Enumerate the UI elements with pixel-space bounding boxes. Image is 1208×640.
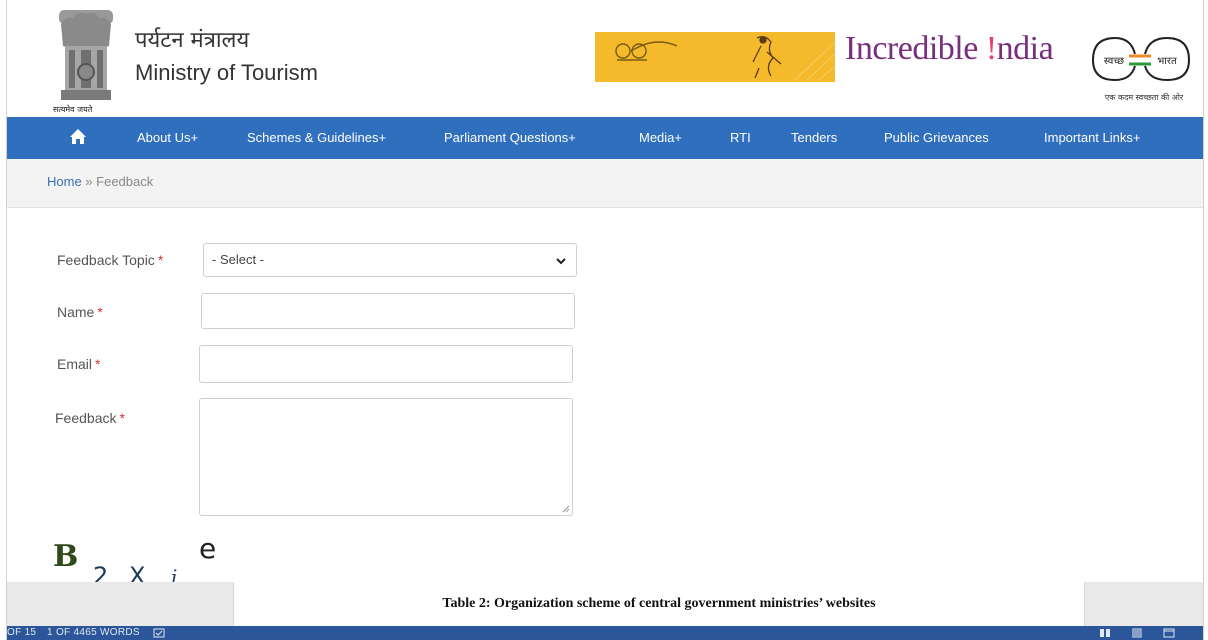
breadcrumb-separator: » <box>81 174 97 189</box>
incredible-dot-mark: ! <box>985 30 997 67</box>
tourism-banner-image[interactable] <box>595 32 835 82</box>
required-asterisk: * <box>95 356 101 372</box>
incredible-india-logo[interactable]: Incredible !ndia <box>845 30 1054 68</box>
name-label: Name * <box>57 304 103 320</box>
incredible-text: Incredible <box>845 30 986 67</box>
swachh-right-text: भारत <box>1157 56 1177 67</box>
email-label: Email * <box>57 356 100 372</box>
swachh-left-text: स्वच्छ <box>1104 56 1124 67</box>
feedback-topic-select[interactable]: - Select - <box>203 243 577 277</box>
resize-handle-icon[interactable] <box>562 505 570 513</box>
email-label-text: Email <box>57 356 93 372</box>
proofing-icon[interactable] <box>153 628 165 638</box>
document-page-area: Table 2: Organization scheme of central … <box>7 582 1203 626</box>
feedback-label: Feedback * <box>55 410 125 426</box>
required-asterisk: * <box>97 304 103 320</box>
feedback-textarea[interactable] <box>199 398 573 516</box>
web-layout-icon[interactable] <box>1163 628 1175 638</box>
ministry-name-english[interactable]: Ministry of Tourism <box>135 60 318 86</box>
nav-schemes-guidelines[interactable]: Schemes & Guidelines+ <box>247 117 386 159</box>
read-mode-icon[interactable] <box>1099 628 1111 638</box>
main-navigation: About Us+ Schemes & Guidelines+ Parliame… <box>7 117 1203 159</box>
nav-parliament-questions[interactable]: Parliament Questions+ <box>444 117 576 159</box>
browser-viewport: सत्यमेव जयते पर्यटन मंत्रालय Ministry of… <box>6 0 1204 640</box>
nav-important-links[interactable]: Important Links+ <box>1044 117 1140 159</box>
nav-rti[interactable]: RTI <box>730 117 751 159</box>
home-icon[interactable] <box>69 128 87 146</box>
chevron-down-icon <box>556 258 566 265</box>
nav-tenders[interactable]: Tenders <box>791 117 837 159</box>
name-label-text: Name <box>57 304 95 320</box>
breadcrumb-home-link[interactable]: Home <box>47 174 82 189</box>
breadcrumb: Home » Feedback <box>47 174 153 189</box>
word-status-bar: OF 15 1 OF 4465 WORDS <box>7 626 1203 640</box>
feedback-topic-label: Feedback Topic * <box>57 252 163 268</box>
feedback-topic-label-text: Feedback Topic <box>57 252 155 268</box>
breadcrumb-bar: Home » Feedback <box>7 159 1203 208</box>
captcha-char: e <box>199 532 216 565</box>
name-input[interactable] <box>201 293 575 329</box>
swachh-caption: एक कदम स्वच्छता की ओर <box>1104 93 1184 102</box>
document-page: Table 2: Organization scheme of central … <box>233 582 1085 626</box>
captcha-char: X <box>129 562 145 584</box>
ministry-name-hindi[interactable]: पर्यटन मंत्रालय <box>135 24 249 54</box>
status-word-count[interactable]: 1 OF 4465 WORDS <box>47 627 140 638</box>
captcha-image: B 2 X i e <box>53 532 216 584</box>
table-caption: Table 2: Organization scheme of central … <box>442 596 876 611</box>
required-asterisk: * <box>119 410 125 426</box>
email-input[interactable] <box>199 345 573 383</box>
feedback-topic-selected-value: - Select - <box>212 252 265 267</box>
emblem-caption: सत्यमेव जयते <box>53 105 93 114</box>
status-page-count[interactable]: OF 15 <box>7 627 36 638</box>
nav-media[interactable]: Media+ <box>639 117 682 159</box>
swachh-bharat-logo[interactable]: स्वच्छ भारत <box>1085 30 1195 90</box>
breadcrumb-current: Feedback <box>96 174 154 189</box>
site-header: सत्यमेव जयते पर्यटन मंत्रालय Ministry of… <box>7 0 1203 117</box>
feedback-label-text: Feedback <box>55 410 117 426</box>
captcha-char: 2 <box>93 562 108 584</box>
print-layout-icon[interactable] <box>1131 628 1143 638</box>
nav-public-grievances[interactable]: Public Grievances <box>884 117 989 159</box>
nav-about-us[interactable]: About Us+ <box>137 117 198 159</box>
captcha-char: B <box>53 539 78 574</box>
national-emblem-logo <box>59 10 113 100</box>
required-asterisk: * <box>157 252 164 268</box>
incredible-text-end: ndia <box>996 30 1054 67</box>
